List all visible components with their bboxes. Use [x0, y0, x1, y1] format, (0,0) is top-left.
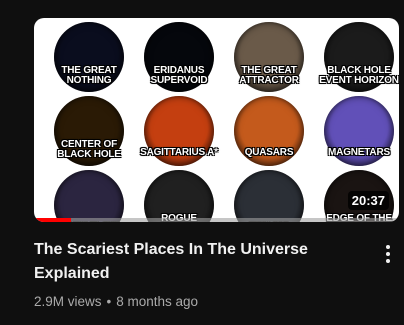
thumbnail-tile: THE GREAT ATTRACTOR [224, 22, 314, 92]
watch-progress-bar [34, 218, 399, 222]
menu-dot [386, 245, 390, 249]
menu-dot [386, 252, 390, 256]
thumbnail-tile: DARK FLOW [44, 170, 134, 222]
video-title[interactable]: The Scariest Places In The Universe Expl… [34, 238, 354, 286]
thumbnail-tile: THE GREAT NOTHING [44, 22, 134, 92]
thumbnail-caption: QUASARS [244, 147, 294, 158]
thumbnail-tile: ROGUE BLACK HOLES [134, 170, 224, 222]
menu-dot [386, 259, 390, 263]
thumbnail-tile: CENTER OF BLACK HOLE [44, 96, 134, 166]
duration-badge: 20:37 [347, 191, 389, 210]
thumbnail-tile: TON 618 [224, 170, 314, 222]
thumbnail-tile: MAGNETARS [314, 96, 399, 166]
thumbnail-caption: THE GREAT NOTHING [61, 65, 117, 86]
watch-progress-fill [34, 218, 71, 222]
thumbnail-tile: BLACK HOLE EVENT HORIZON [314, 22, 399, 92]
thumbnail-tile: ERIDANUS SUPERVOID [134, 22, 224, 92]
video-card[interactable]: THE GREAT NOTHING ERIDANUS SUPERVOID THE G… [0, 0, 404, 325]
ton618-icon [234, 170, 304, 222]
upload-age: 8 months ago [116, 294, 199, 309]
thumbnail-caption: MAGNETARS [328, 147, 390, 158]
view-count: 2.9M views [34, 294, 102, 309]
thumbnail-caption: BLACK HOLE EVENT HORIZON [319, 65, 399, 86]
thumbnail-caption: ERIDANUS SUPERVOID [150, 65, 208, 86]
meta-separator: • [106, 294, 112, 309]
dark-flow-icon [54, 170, 124, 222]
video-metadata: 2.9M views • 8 months ago [34, 294, 198, 309]
more-vert-icon[interactable] [378, 240, 398, 268]
thumbnail-tile: QUASARS [224, 96, 314, 166]
thumbnail-caption: SAGITTARIUS A* [140, 147, 218, 158]
thumbnail-tile: SAGITTARIUS A* [134, 96, 224, 166]
video-thumbnail[interactable]: THE GREAT NOTHING ERIDANUS SUPERVOID THE G… [34, 18, 399, 222]
thumbnail-caption: THE GREAT ATTRACTOR [239, 65, 299, 86]
thumbnail-grid: THE GREAT NOTHING ERIDANUS SUPERVOID THE G… [34, 18, 399, 222]
thumbnail-caption: CENTER OF BLACK HOLE [57, 139, 121, 160]
